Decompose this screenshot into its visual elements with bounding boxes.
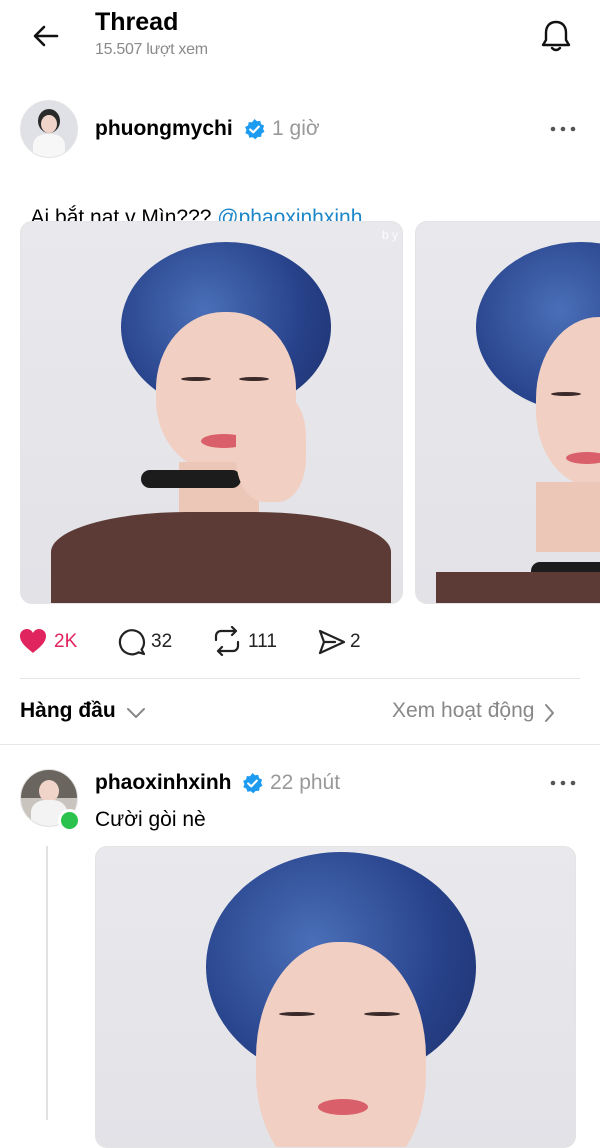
repost-count[interactable]: 111 bbox=[248, 631, 277, 653]
verified-icon bbox=[243, 118, 266, 141]
repost-icon[interactable] bbox=[211, 626, 243, 656]
divider bbox=[20, 678, 580, 679]
reply-image[interactable] bbox=[95, 846, 576, 1148]
sort-label: Hàng đầu bbox=[20, 699, 116, 722]
post-image-1[interactable]: b y bbox=[20, 221, 403, 604]
comment-count[interactable]: 32 bbox=[151, 631, 172, 653]
chevron-right-icon bbox=[543, 703, 555, 723]
divider bbox=[0, 744, 600, 745]
like-count[interactable]: 2K bbox=[54, 631, 77, 653]
view-count: 15.507 lượt xem bbox=[95, 41, 208, 58]
page-title: Thread bbox=[95, 8, 179, 36]
reply-author-username[interactable]: phaoxinhxinh bbox=[95, 771, 232, 795]
view-activity-label: Xem hoạt động bbox=[392, 699, 535, 722]
heart-icon[interactable] bbox=[18, 627, 48, 655]
post-image-2[interactable] bbox=[415, 221, 600, 604]
post-author-avatar[interactable] bbox=[20, 100, 78, 158]
chevron-down-icon bbox=[126, 706, 146, 720]
thread-line bbox=[46, 846, 48, 1120]
share-count[interactable]: 2 bbox=[350, 631, 361, 653]
more-icon[interactable] bbox=[549, 122, 577, 136]
sort-dropdown[interactable]: Hàng đầu bbox=[20, 699, 146, 727]
comment-icon[interactable] bbox=[117, 627, 147, 657]
online-status-dot bbox=[58, 809, 81, 832]
view-activity-link[interactable]: Xem hoạt động bbox=[392, 699, 555, 727]
reply-time: 22 phút bbox=[270, 771, 341, 794]
verified-icon bbox=[241, 772, 264, 795]
reply-text: Cười gòi nè bbox=[95, 808, 206, 831]
share-icon[interactable] bbox=[317, 627, 347, 657]
post-time: 1 giờ bbox=[272, 117, 320, 140]
bell-icon[interactable] bbox=[539, 18, 573, 54]
back-arrow-icon[interactable] bbox=[30, 20, 62, 52]
watermark: b y bbox=[381, 228, 398, 242]
more-icon[interactable] bbox=[549, 776, 577, 790]
post-author-username[interactable]: phuongmychi bbox=[95, 117, 233, 141]
